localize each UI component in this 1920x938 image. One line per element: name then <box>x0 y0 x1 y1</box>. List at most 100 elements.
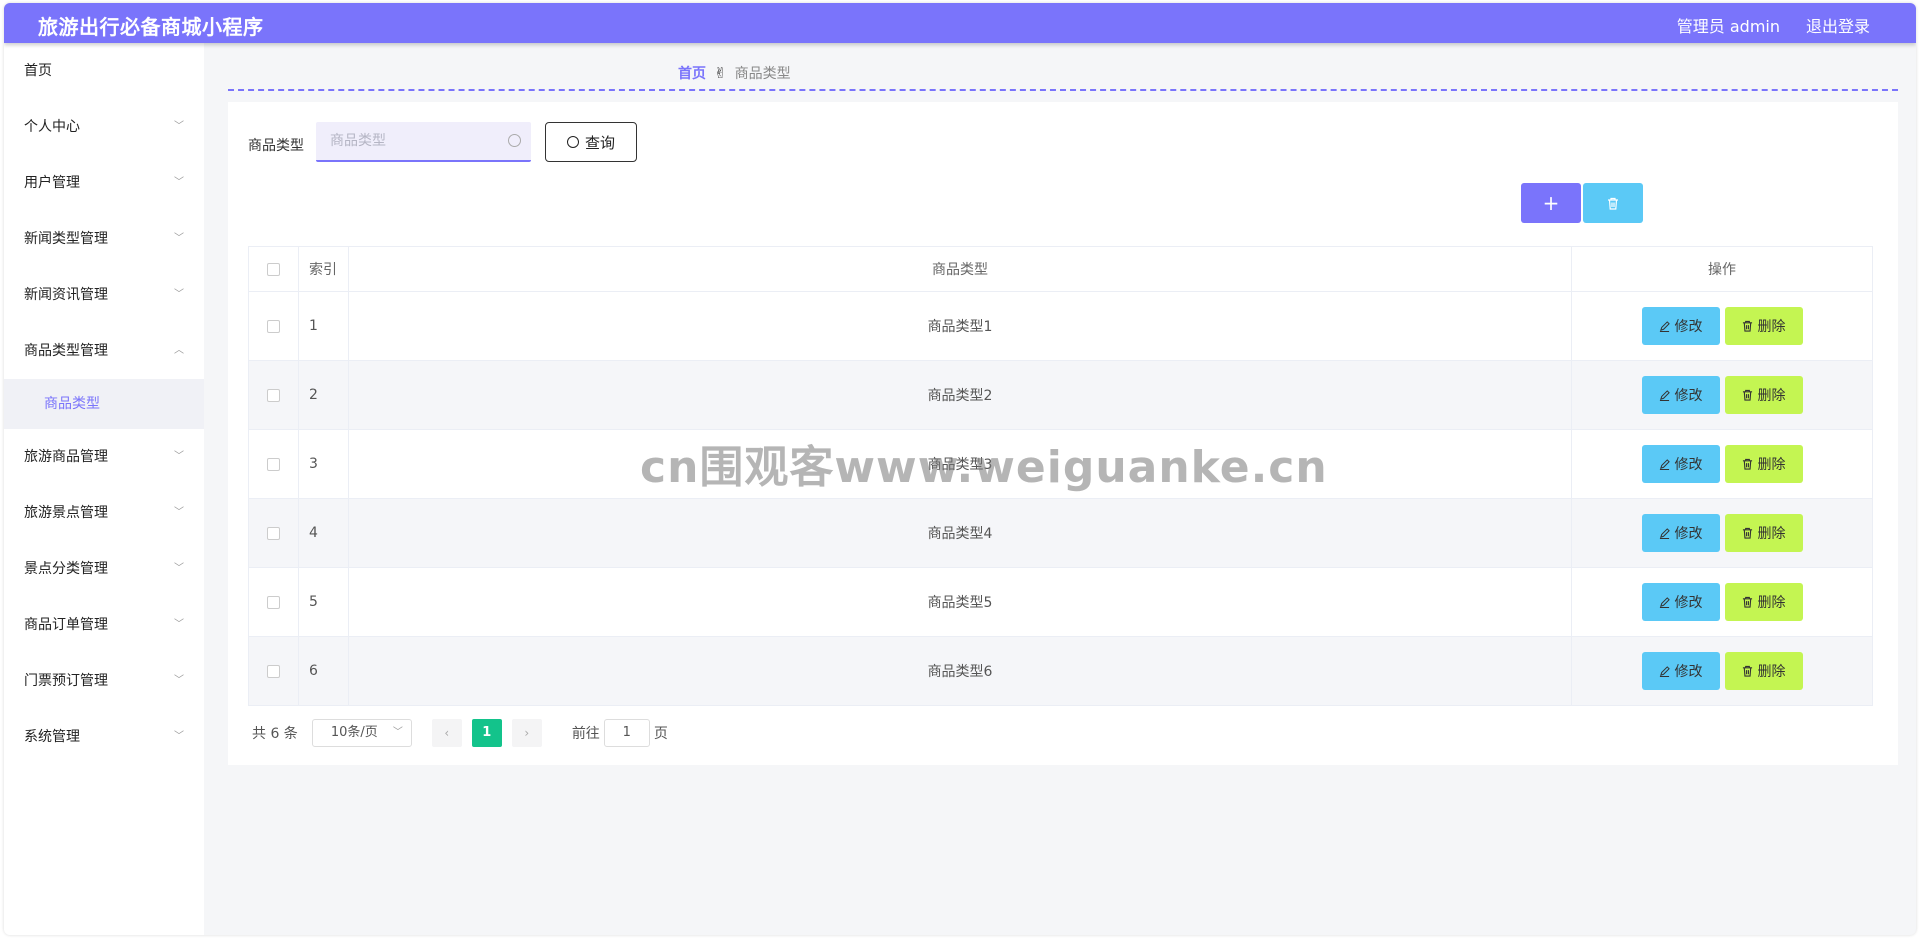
column-header-index: 索引 <box>297 246 349 292</box>
batch-delete-button[interactable] <box>1583 183 1643 223</box>
page-size-value: 10条/页 <box>330 725 378 740</box>
page-suffix-label: 页 <box>653 726 668 742</box>
sidebar-item-spot-categories[interactable]: 景点分类管理 ﹀ <box>4 541 204 597</box>
sidebar-item-product-type-management[interactable]: 商品类型管理 ︿ <box>4 323 204 379</box>
row-checkbox[interactable] <box>266 664 280 678</box>
select-all-checkbox[interactable] <box>266 262 280 276</box>
breadcrumb-divider <box>228 89 1898 91</box>
chevron-right-icon: › <box>524 726 530 740</box>
sidebar-item-label: 旅游景点管理 <box>24 505 108 521</box>
row-index: 3 <box>297 429 349 499</box>
trash-icon <box>1742 458 1752 470</box>
edit-button[interactable]: 修改 <box>1641 514 1720 552</box>
sidebar-item-news-management[interactable]: 新闻资讯管理 ﹀ <box>4 267 204 323</box>
edit-button[interactable]: 修改 <box>1641 445 1720 483</box>
app-window: 旅游出行必备商城小程序 管理员 admin 退出登录 首页 个人中心 ﹀ 用户管理… <box>4 3 1916 935</box>
table-row: 6 商品类型6 修改 删除 <box>248 636 1873 706</box>
edit-button[interactable]: 修改 <box>1641 652 1720 690</box>
edit-icon <box>1659 389 1670 401</box>
table-row: 5 商品类型5 修改 删除 <box>248 567 1873 637</box>
sidebar-item-personal-center[interactable]: 个人中心 ﹀ <box>4 99 204 155</box>
chevron-down-icon: ﹀ <box>174 563 184 574</box>
row-checkbox[interactable] <box>266 595 280 609</box>
pagination-total: 共 6 条 <box>252 726 298 742</box>
sidebar-subitem-product-type[interactable]: 商品类型 <box>4 379 204 429</box>
edit-button[interactable]: 修改 <box>1641 307 1720 345</box>
row-checkbox[interactable] <box>266 319 280 333</box>
search-input[interactable] <box>316 122 531 160</box>
table-row: 4 商品类型4 修改 删除 <box>248 498 1873 568</box>
sidebar-item-scenic-spots[interactable]: 旅游景点管理 ﹀ <box>4 485 204 541</box>
edit-icon <box>1659 665 1670 677</box>
query-button[interactable]: 查询 <box>545 122 637 162</box>
goto-label: 前往 <box>571 726 600 742</box>
chevron-down-icon: ﹀ <box>174 451 184 462</box>
sidebar-item-travel-products[interactable]: 旅游商品管理 ﹀ <box>4 429 204 485</box>
edit-button-label: 修改 <box>1674 664 1703 680</box>
column-header-type: 商品类型 <box>347 246 1573 292</box>
table-row: 2 商品类型2 修改 删除 <box>248 360 1873 430</box>
row-index: 5 <box>297 567 349 637</box>
edit-button[interactable]: 修改 <box>1641 583 1720 621</box>
goto-page-input[interactable]: 1 <box>603 719 650 747</box>
row-index: 1 <box>297 291 349 361</box>
edit-button-label: 修改 <box>1674 595 1703 611</box>
edit-icon <box>1659 527 1670 539</box>
sidebar-item-home[interactable]: 首页 <box>4 43 204 99</box>
product-type-table: 索引 商品类型 操作 1 商品类型1 修改 删除 2 商品类型2 修改 删除 3 商品类型3 修改删… <box>248 246 1873 706</box>
row-actions: 修改 删除 <box>1571 291 1873 361</box>
sidebar-item-ticket-booking[interactable]: 门票预订管理 ﹀ <box>4 653 204 709</box>
sidebar-item-label: 旅游商品管理 <box>24 449 108 465</box>
chevron-down-icon: ﹀ <box>174 675 184 686</box>
chevron-down-icon: ﹀ <box>392 727 403 738</box>
sidebar-item-label: 新闻类型管理 <box>24 231 108 247</box>
delete-button-label: 删除 <box>1757 664 1786 680</box>
page-size-select[interactable]: 10条/页 ﹀ <box>311 719 412 747</box>
edit-icon <box>1659 596 1670 608</box>
edit-icon <box>1659 320 1670 332</box>
row-type: 商品类型4 <box>347 498 1573 568</box>
edit-icon <box>1659 458 1670 470</box>
edit-button-label: 修改 <box>1674 526 1703 542</box>
plus-icon: + <box>1542 191 1560 215</box>
pagination: 共 6 条 10条/页 ﹀ ‹ 1 › 前往 1 页 <box>252 719 668 747</box>
sidebar-item-system[interactable]: 系统管理 ﹀ <box>4 709 204 765</box>
edit-button[interactable]: 修改 <box>1641 376 1720 414</box>
breadcrumb-current: 商品类型 <box>734 66 791 82</box>
row-checkbox[interactable] <box>266 526 280 540</box>
trash-icon <box>1742 320 1752 332</box>
trash-icon <box>1608 197 1618 210</box>
prev-page-button[interactable]: ‹ <box>431 719 462 747</box>
sidebar-item-user-management[interactable]: 用户管理 ﹀ <box>4 155 204 211</box>
delete-button[interactable]: 删除 <box>1724 583 1803 621</box>
delete-button[interactable]: 删除 <box>1724 445 1803 483</box>
row-checkbox[interactable] <box>266 388 280 402</box>
row-select-cell <box>248 636 299 706</box>
next-page-button[interactable]: › <box>511 719 542 747</box>
sidebar-item-orders[interactable]: 商品订单管理 ﹀ <box>4 597 204 653</box>
chevron-down-icon: ﹀ <box>174 121 184 132</box>
row-checkbox[interactable] <box>266 457 280 471</box>
delete-button[interactable]: 删除 <box>1724 652 1803 690</box>
logout-link[interactable]: 退出登录 <box>1806 13 1870 37</box>
sidebar: 首页 个人中心 ﹀ 用户管理 ﹀ 新闻类型管理 ﹀ 新闻资讯管理 ﹀ 商品类型管理 ︿ 商… <box>4 43 204 935</box>
trash-icon <box>1742 596 1752 608</box>
chevron-down-icon: ﹀ <box>174 731 184 742</box>
main-content: 首页 ✌ 商品类型 商品类型 查询 + <box>204 43 1916 935</box>
add-button[interactable]: + <box>1521 183 1581 223</box>
row-select-cell <box>248 360 299 430</box>
delete-button[interactable]: 删除 <box>1724 307 1803 345</box>
sidebar-item-news-type-management[interactable]: 新闻类型管理 ﹀ <box>4 211 204 267</box>
sidebar-item-label: 商品类型管理 <box>24 343 108 359</box>
content-card: 商品类型 查询 + 索引 商品类型 操作 <box>228 102 1898 765</box>
delete-button-label: 删除 <box>1757 457 1786 473</box>
delete-button[interactable]: 删除 <box>1724 514 1803 552</box>
chevron-down-icon: ﹀ <box>174 177 184 188</box>
page-number-current[interactable]: 1 <box>471 719 502 747</box>
breadcrumb-home-link[interactable]: 首页 <box>678 63 706 83</box>
sidebar-item-label: 商品订单管理 <box>24 617 108 633</box>
sidebar-item-label: 用户管理 <box>24 175 80 191</box>
chevron-up-icon: ︿ <box>174 345 184 356</box>
delete-button[interactable]: 删除 <box>1724 376 1803 414</box>
column-header-ops: 操作 <box>1571 246 1873 292</box>
